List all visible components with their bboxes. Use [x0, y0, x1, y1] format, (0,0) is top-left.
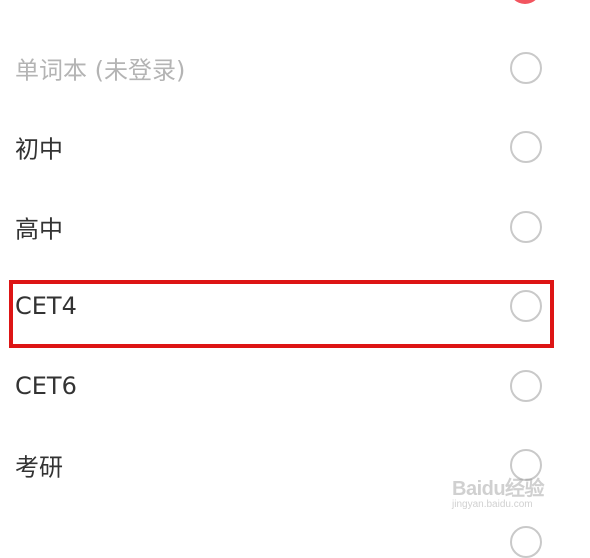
radio-button-partial[interactable]: [510, 526, 542, 558]
option-label: 初中: [15, 135, 63, 164]
option-label: 单词本 (未登录): [15, 56, 186, 85]
radio-button[interactable]: [510, 51, 542, 84]
option-label: 高中: [15, 215, 63, 244]
watermark-logo: Baidu经验: [452, 478, 545, 500]
option-row-wordbook[interactable]: 单词本 (未登录): [0, 28, 590, 108]
option-row-cet6[interactable]: CET6: [0, 346, 590, 426]
option-row-senior-high[interactable]: 高中: [0, 187, 590, 267]
option-label: CET6: [15, 371, 77, 400]
radio-button[interactable]: [510, 210, 542, 243]
radio-button[interactable]: [510, 369, 542, 402]
baidu-jingyan-watermark: Baidu经验 jingyan.baidu.com: [452, 478, 545, 510]
option-label: CET4: [15, 292, 77, 321]
radio-button[interactable]: [510, 449, 542, 482]
option-row-cet4[interactable]: CET4: [0, 267, 590, 347]
option-label: 考研: [15, 453, 63, 482]
option-list: 单词本 (未登录) 初中 高中 CET4 CET6 考研: [0, 28, 590, 505]
watermark-url: jingyan.baidu.com: [452, 499, 533, 510]
radio-button[interactable]: [510, 131, 542, 164]
selected-radio-partial[interactable]: [509, 0, 541, 4]
option-row-junior-high[interactable]: 初中: [0, 108, 590, 188]
radio-button[interactable]: [510, 290, 542, 323]
